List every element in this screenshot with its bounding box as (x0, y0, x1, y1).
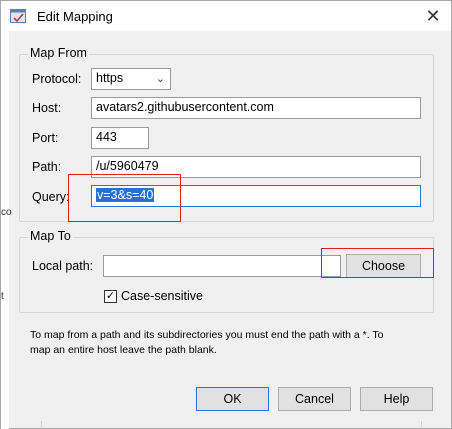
query-label: Query: (32, 190, 70, 204)
case-sensitive-checkbox[interactable]: ✓ (104, 290, 117, 303)
cancel-button[interactable]: Cancel (278, 387, 351, 411)
hint-line-2: map an entire host leave the path blank. (30, 344, 217, 356)
host-value: avatars2.githubusercontent.com (96, 100, 274, 114)
title-bar: Edit Mapping ✕ (1, 1, 451, 31)
dialog-title: Edit Mapping (37, 9, 113, 24)
path-value: /u/5960479 (96, 159, 159, 173)
map-from-title: Map From (28, 46, 89, 60)
hint-text: To map from a path and its subdirectorie… (30, 328, 440, 358)
chevron-down-icon: ⌄ (155, 73, 165, 85)
host-label: Host: (32, 101, 62, 115)
background-window-edge: co t (1, 31, 12, 429)
background-divider (421, 421, 422, 429)
cancel-button-label: Cancel (295, 392, 334, 406)
checkmark-icon: ✓ (105, 290, 116, 302)
ok-button[interactable]: OK (196, 387, 269, 411)
close-icon: ✕ (425, 5, 441, 26)
protocol-label: Protocol: (32, 72, 82, 86)
background-text: co (1, 207, 12, 218)
hint-line-1: To map from a path and its subdirectorie… (30, 329, 384, 341)
local-path-label: Local path: (32, 259, 94, 273)
port-value: 443 (96, 130, 117, 144)
path-label: Path: (32, 160, 62, 174)
map-to-title: Map To (28, 229, 73, 243)
query-highlight-box (68, 174, 181, 222)
choose-highlight-box (321, 248, 434, 278)
close-button[interactable]: ✕ (421, 5, 445, 27)
edit-mapping-dialog: Edit Mapping ✕ co t Map From Protocol: h… (0, 0, 452, 429)
background-text: t (1, 291, 4, 302)
protocol-select[interactable]: https ⌄ (91, 68, 171, 90)
port-input[interactable]: 443 (91, 127, 149, 149)
protocol-value: https (96, 71, 124, 85)
case-sensitive-label: Case-sensitive (121, 289, 203, 303)
background-divider (41, 421, 42, 429)
port-label: Port: (32, 131, 59, 145)
host-input[interactable]: avatars2.githubusercontent.com (91, 97, 421, 119)
app-icon (10, 9, 26, 23)
help-button-label: Help (383, 392, 410, 406)
help-button[interactable]: Help (360, 387, 433, 411)
ok-button-label: OK (223, 392, 242, 406)
local-path-input[interactable] (103, 255, 341, 277)
